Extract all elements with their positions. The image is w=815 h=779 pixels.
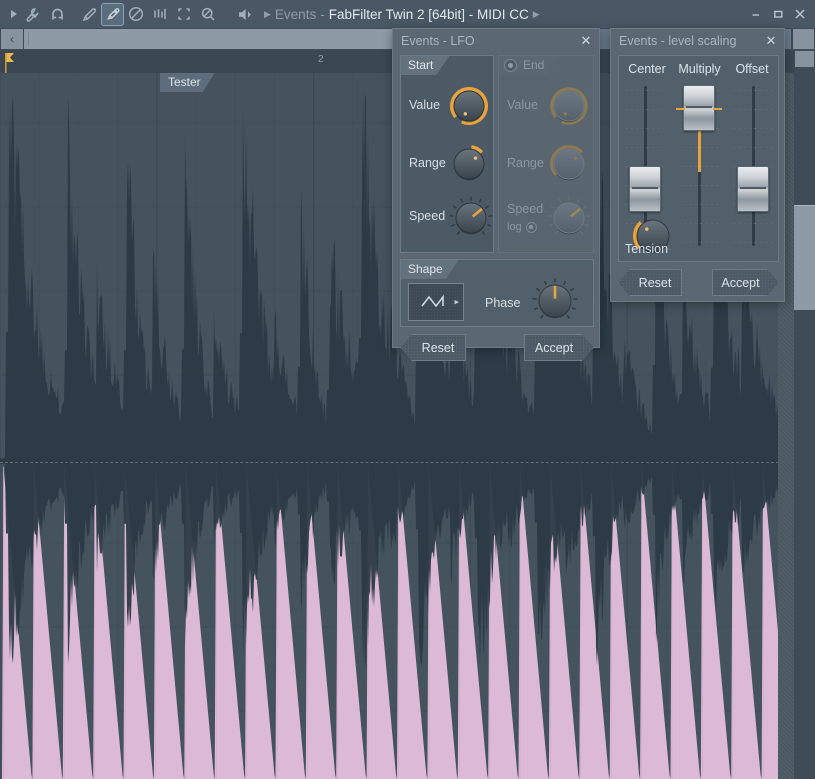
window-title-prefix: Events bbox=[275, 7, 316, 22]
speaker-audio-icon[interactable] bbox=[234, 2, 258, 26]
multiply-handle-mark-right bbox=[713, 108, 722, 110]
phase-knob[interactable] bbox=[532, 278, 578, 324]
slider-tick bbox=[625, 147, 665, 148]
zoom-magnifier-icon[interactable] bbox=[196, 2, 220, 26]
start-value-label: Value bbox=[409, 98, 440, 112]
tension-label: Tension bbox=[625, 242, 668, 256]
level-accept-button[interactable]: Accept bbox=[712, 269, 779, 296]
level-scaling-group: Center Multiply Offset bbox=[618, 55, 779, 262]
offset-slider[interactable] bbox=[731, 82, 775, 250]
end-range-label: Range bbox=[507, 156, 544, 170]
paint-brush-icon[interactable] bbox=[101, 3, 124, 26]
multiply-handle-mark-left bbox=[676, 108, 685, 110]
slider-tick bbox=[679, 185, 719, 186]
toolbar-icon-group bbox=[0, 0, 258, 28]
vscroll-up-button[interactable] bbox=[795, 51, 814, 67]
waveform-center-line bbox=[0, 462, 794, 463]
slider-tick bbox=[733, 128, 773, 129]
level-panel-close-icon[interactable]: ✕ bbox=[764, 33, 778, 49]
lfo-start-tab[interactable]: Start bbox=[401, 56, 449, 75]
offset-label: Offset bbox=[726, 62, 778, 76]
end-speed-log-toggle bbox=[526, 222, 537, 233]
close-button[interactable] bbox=[789, 3, 811, 25]
start-speed-knob[interactable] bbox=[449, 196, 493, 240]
slider-tick bbox=[733, 90, 773, 91]
multiply-slider[interactable] bbox=[677, 82, 721, 250]
start-range-label: Range bbox=[409, 156, 446, 170]
end-enable-toggle[interactable] bbox=[504, 59, 517, 72]
lfo-reset-button[interactable]: Reset bbox=[400, 334, 466, 361]
phase-label: Phase bbox=[485, 296, 520, 310]
center-label: Center bbox=[621, 62, 673, 76]
lfo-start-group: Start Value Range Speed bbox=[400, 55, 494, 253]
select-brackets-icon[interactable] bbox=[172, 2, 196, 26]
offset-slider-handle[interactable] bbox=[737, 166, 769, 212]
menu-arrow-icon[interactable] bbox=[6, 2, 21, 26]
minimize-button[interactable] bbox=[745, 3, 767, 25]
lfo-panel-title: Events - LFO bbox=[401, 34, 579, 48]
window-title: ▶ Events - FabFilter Twin 2 [64bit] - MI… bbox=[264, 7, 540, 22]
vscroll-thumb[interactable] bbox=[794, 205, 815, 310]
scroll-right-button[interactable] bbox=[793, 29, 814, 49]
title-right-arrow-icon: ▶ bbox=[533, 9, 540, 20]
fl-studio-event-editor-window: ▶ Events - FabFilter Twin 2 [64bit] - MI… bbox=[0, 0, 815, 779]
slider-tick bbox=[733, 109, 773, 110]
end-speed-log-label: log bbox=[507, 221, 522, 233]
slider-tick bbox=[625, 109, 665, 110]
lfo-end-group: End Value Range Speed log bbox=[498, 55, 594, 253]
title-left-arrow-icon: ▶ bbox=[264, 9, 271, 20]
slider-tick bbox=[625, 128, 665, 129]
window-controls bbox=[745, 0, 811, 28]
level-reset-button[interactable]: Reset bbox=[618, 269, 682, 296]
vertical-scrollbar[interactable] bbox=[794, 50, 815, 779]
slider-tick bbox=[733, 147, 773, 148]
end-value-label: Value bbox=[507, 98, 538, 112]
end-range-knob bbox=[547, 142, 591, 186]
start-speed-label: Speed bbox=[409, 209, 445, 223]
end-enable-toggle-dot bbox=[508, 63, 513, 68]
level-panel-titlebar[interactable]: Events - level scaling ✕ bbox=[611, 29, 784, 53]
start-range-knob[interactable] bbox=[447, 142, 491, 186]
maximize-button[interactable] bbox=[767, 3, 789, 25]
pencil-draw-icon[interactable] bbox=[77, 2, 101, 26]
slider-tick bbox=[625, 90, 665, 91]
ruler-mark-2: 2 bbox=[318, 54, 324, 65]
scroll-left-button[interactable]: ‹ bbox=[1, 29, 23, 49]
level-scaling-panel[interactable]: Events - level scaling ✕ Center Multiply… bbox=[610, 28, 785, 302]
lfo-accept-button[interactable]: Accept bbox=[524, 334, 594, 361]
multiply-label: Multiply bbox=[673, 62, 726, 76]
magnet-snap-icon[interactable] bbox=[45, 2, 69, 26]
lfo-panel-titlebar[interactable]: Events - LFO ✕ bbox=[393, 29, 599, 53]
slide-icon[interactable] bbox=[148, 2, 172, 26]
wrench-icon[interactable] bbox=[21, 2, 45, 26]
end-value-knob bbox=[547, 84, 591, 128]
slider-tick bbox=[679, 204, 719, 205]
slider-tick bbox=[733, 223, 773, 224]
slider-tick bbox=[733, 242, 773, 243]
lfo-panel[interactable]: Events - LFO ✕ Start Value Range Speed E… bbox=[392, 28, 600, 348]
shape-dropdown-arrow-icon[interactable]: ▸ bbox=[454, 297, 459, 308]
lfo-panel-close-icon[interactable]: ✕ bbox=[579, 33, 593, 49]
start-value-knob[interactable] bbox=[447, 84, 491, 128]
mute-slash-icon[interactable] bbox=[124, 2, 148, 26]
lfo-shape-tab[interactable]: Shape bbox=[401, 260, 459, 279]
window-title-main: FabFilter Twin 2 [64bit] - MIDI CC bbox=[329, 7, 529, 22]
shape-selector[interactable]: ▸ bbox=[408, 283, 464, 321]
end-speed-knob-ghost bbox=[547, 196, 591, 240]
window-title-sep: - bbox=[320, 7, 325, 22]
level-panel-title: Events - level scaling bbox=[619, 34, 764, 48]
playhead-marker-icon[interactable] bbox=[4, 52, 16, 74]
lfo-shape-group: Shape ▸ Phase bbox=[400, 259, 594, 327]
slider-tick bbox=[679, 242, 719, 243]
end-speed-label: Speed bbox=[507, 202, 543, 216]
slider-tick bbox=[679, 223, 719, 224]
multiply-slider-handle[interactable] bbox=[683, 85, 715, 131]
window-titlebar: ▶ Events - FabFilter Twin 2 [64bit] - MI… bbox=[0, 0, 815, 28]
center-slider-handle[interactable] bbox=[629, 166, 661, 212]
